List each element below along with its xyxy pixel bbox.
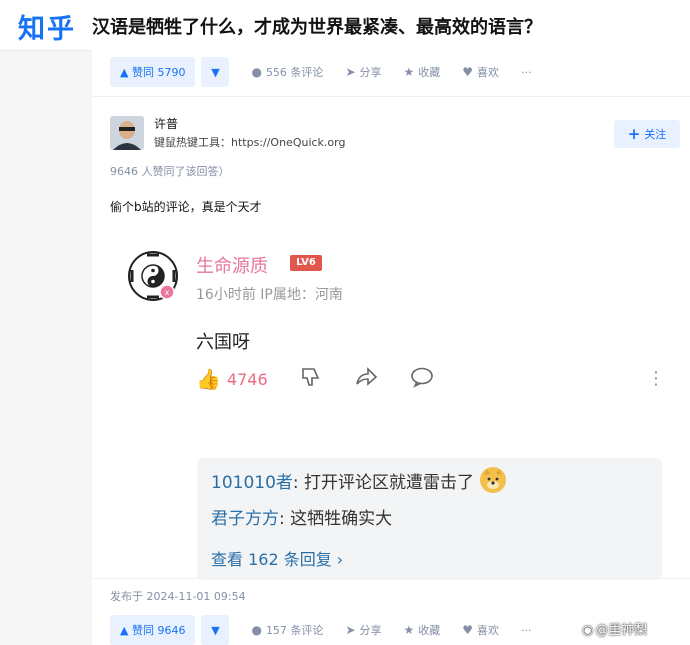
comment-bubble-icon: [410, 366, 434, 393]
view-replies-link: 查看 162 条回复 ›: [211, 550, 344, 569]
comments-button[interactable]: ● 157 条评论: [251, 622, 323, 638]
weibo-icon: ◉: [582, 623, 594, 638]
divider: [92, 578, 690, 579]
voters-count: 9646 人赞同了该回答）: [110, 165, 230, 178]
question-title[interactable]: 汉语是牺牲了什么，才成为世界最紧凑、最高效的语言？: [92, 13, 542, 39]
commenter-name: 生命源质: [196, 256, 268, 277]
embedded-comment-image: x 生命源质 LV6 16小时前 IP属地：河南 六国呀 👍 4746 ⋮ 10…: [122, 240, 672, 580]
watermark-text: @里神梨: [595, 623, 648, 638]
comment-content: 六国呀: [196, 332, 250, 353]
heart-icon: ♥: [462, 623, 474, 637]
favorite-button[interactable]: ★ 收藏: [404, 64, 441, 80]
comment-meta: 16小时前 IP属地：河南: [196, 287, 343, 303]
upvote-button[interactable]: ▲ 赞同 9646: [110, 615, 196, 645]
like-label: 喜欢: [477, 66, 500, 79]
author-bio: 键鼠热键工具：https://OneQuick.org: [154, 136, 346, 149]
share-icon: ➤: [345, 623, 356, 637]
svg-text:x: x: [165, 288, 170, 297]
top-bar: 知乎 汉语是牺牲了什么，才成为世界最紧凑、最高效的语言？: [0, 0, 690, 51]
thumbs-up-icon: 👍: [196, 367, 221, 391]
reply-text: : 打开评论区就遭雷击了: [292, 473, 475, 493]
more-button[interactable]: ···: [521, 624, 532, 637]
bottom-action-bar: ▲ 赞同 9646 ▼ ● 157 条评论 ➤ 分享 ★ 收藏 ♥ 喜欢 ···: [110, 615, 532, 645]
reply-box: 101010者: 打开评论区就遭雷击了 君子方方: 这牺牲确实大 查看 162 …: [197, 458, 662, 580]
downvote-button[interactable]: ▼: [201, 615, 230, 645]
comment-icon: ●: [251, 623, 262, 637]
doge-emoji-icon: [480, 467, 507, 493]
comment-actions: 👍 4746: [196, 366, 434, 392]
like-label: 喜欢: [477, 624, 500, 637]
share-label: 分享: [359, 624, 382, 637]
like-button[interactable]: ♥ 喜欢: [462, 64, 499, 80]
comments-label: 556 条评论: [265, 66, 324, 79]
downvote-button[interactable]: ▼: [201, 57, 230, 87]
bagua-avatar-icon: x: [127, 250, 179, 302]
comments-label: 157 条评论: [265, 624, 324, 637]
answer-card: ▲ 赞同 5790 ▼ ● 556 条评论 ➤ 分享 ★ 收藏 ♥ 喜欢 ···…: [92, 50, 690, 645]
share-button[interactable]: ➤ 分享: [345, 622, 381, 638]
reply-user: 101010者: [211, 473, 293, 493]
favorite-button[interactable]: ★ 收藏: [404, 622, 441, 638]
more-vertical-icon: ⋮: [647, 368, 665, 389]
comment-icon: ●: [251, 65, 262, 79]
share-arrow-icon: [354, 366, 378, 393]
reply-item: 101010者: 打开评论区就遭雷击了: [211, 467, 507, 496]
share-button[interactable]: ➤ 分享: [345, 64, 381, 80]
publish-date: 发布于 2024-11-01 09:54: [110, 590, 246, 603]
follow-button[interactable]: + 关注: [614, 120, 680, 148]
author-name[interactable]: 许普: [154, 115, 178, 132]
follow-label: 关注: [644, 128, 667, 141]
like-button[interactable]: ♥ 喜欢: [462, 622, 499, 638]
thumbs-down-icon: [300, 366, 322, 393]
reply-text: : 这牺牲确实大: [279, 509, 393, 529]
share-label: 分享: [359, 66, 382, 79]
like-count: 4746: [226, 369, 268, 389]
weibo-watermark: ◉ @里神梨: [582, 619, 647, 638]
plus-icon: +: [627, 125, 641, 143]
favorite-label: 收藏: [418, 66, 441, 79]
level-badge: LV6: [290, 255, 322, 271]
more-button[interactable]: ···: [521, 66, 532, 79]
comments-button[interactable]: ● 556 条评论: [251, 64, 323, 80]
zhihu-logo[interactable]: 知乎: [18, 7, 76, 46]
author-avatar[interactable]: [110, 116, 144, 150]
star-icon: ★: [403, 623, 415, 637]
top-action-bar: ▲ 赞同 5790 ▼ ● 556 条评论 ➤ 分享 ★ 收藏 ♥ 喜欢 ···: [110, 57, 532, 87]
upvote-button[interactable]: ▲ 赞同 5790: [110, 57, 196, 87]
answer-text: 偷个b站的评论，真是个天才: [110, 200, 262, 214]
star-icon: ★: [403, 65, 415, 79]
divider: [92, 96, 690, 97]
reply-user: 君子方方: [211, 509, 279, 529]
favorite-label: 收藏: [418, 624, 441, 637]
share-icon: ➤: [345, 65, 356, 79]
heart-icon: ♥: [462, 65, 474, 79]
reply-item: 君子方方: 这牺牲确实大: [211, 504, 392, 529]
